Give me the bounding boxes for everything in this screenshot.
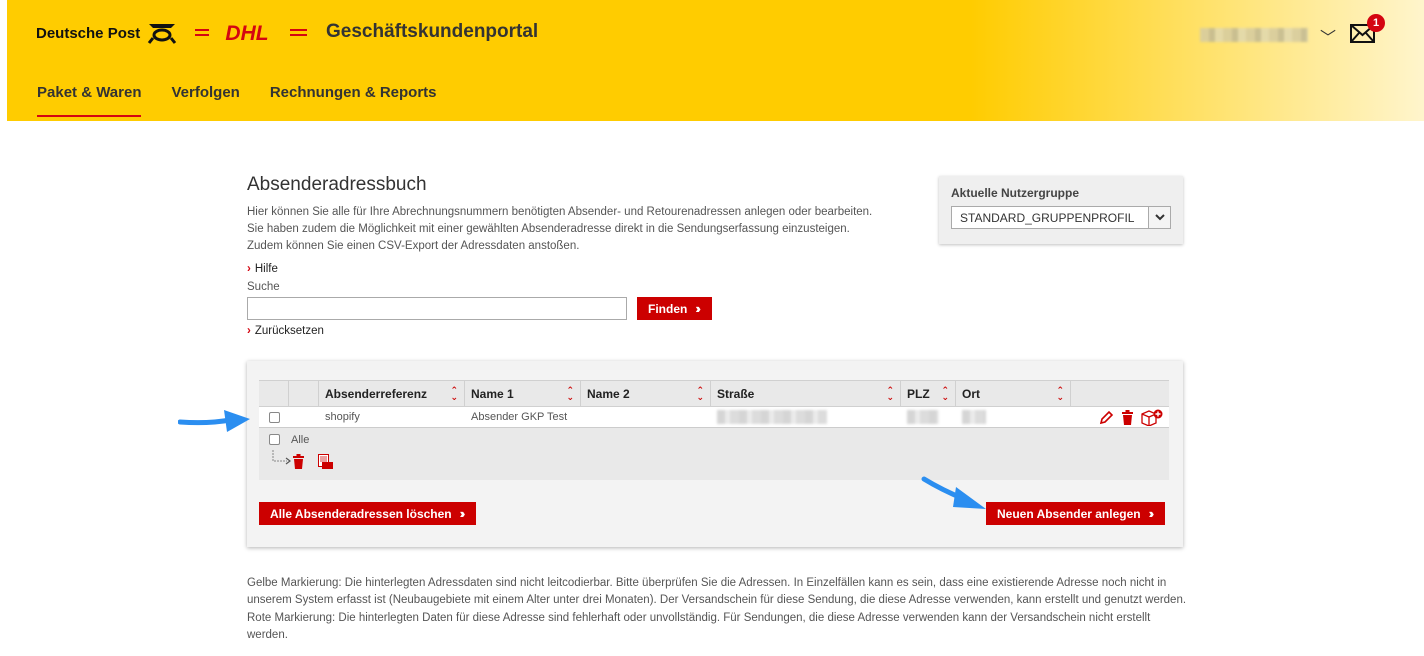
new-sender-button[interactable]: Neuen Absender anlegen ››	[986, 502, 1166, 525]
nav-verfolgen[interactable]: Verfolgen	[171, 84, 239, 117]
main-nav: Paket & Waren Verfolgen Rechnungen & Rep…	[37, 84, 437, 117]
select-all-label: Alle	[291, 434, 310, 446]
delete-all-button[interactable]: Alle Absenderadressen löschen ››	[259, 502, 477, 525]
cell-street-redacted	[711, 407, 901, 427]
cell-zip-redacted	[901, 407, 956, 427]
reset-link-label: Zurücksetzen	[254, 325, 324, 337]
table-row[interactable]: shopify Absender GKP Test	[259, 407, 1169, 428]
column-header-zip[interactable]: PLZ ⌃ ⌄	[901, 381, 956, 406]
find-button[interactable]: Finden ››	[637, 297, 712, 320]
column-label: PLZ	[907, 386, 930, 401]
annotation-arrow	[921, 476, 986, 509]
pencil-icon[interactable]	[1099, 410, 1114, 425]
help-link[interactable]: › Hilfe	[247, 263, 278, 275]
mail-count-badge: 1	[1367, 14, 1385, 32]
intro-line: Hier können Sie alle für Ihre Abrechnung…	[247, 206, 873, 218]
header-bar: Deutsche Post DHL Geschäftskundenportal …	[7, 0, 1424, 121]
address-table: Absenderreferenz ⌃ ⌄ Name 1 ⌃ ⌄ Name 2 ⌃ ⌄ …	[259, 380, 1169, 480]
column-header-name1[interactable]: Name 1 ⌃ ⌄	[465, 381, 581, 406]
double-chevron-right-icon: ››	[459, 506, 465, 521]
cell-name1: Absender GKP Test	[471, 411, 568, 423]
intro-text: Hier können Sie alle für Ihre Abrechnung…	[247, 204, 927, 255]
csv-export-icon[interactable]	[318, 454, 333, 469]
address-table-panel: Absenderreferenz ⌃ ⌄ Name 1 ⌃ ⌄ Name 2 ⌃ ⌄ …	[247, 361, 1183, 547]
user-group-value: STANDARD_GRUPPENPROFIL	[960, 211, 1135, 225]
intro-line: Zudem können Sie einen CSV-Export der Ad…	[247, 240, 580, 252]
sort-icon[interactable]: ⌃ ⌄	[696, 385, 704, 401]
chevron-right-icon: ›	[247, 325, 251, 337]
cell-city-redacted	[956, 407, 1071, 427]
column-header-street[interactable]: Straße ⌃ ⌄	[711, 381, 901, 406]
column-label: Straße	[717, 386, 755, 401]
post-horn-icon	[148, 24, 177, 44]
header-checkbox-col	[259, 381, 289, 406]
row-blank-cell	[289, 407, 319, 427]
chevron-down-icon[interactable]	[1148, 207, 1170, 228]
double-chevron-right-icon: ››	[695, 301, 700, 316]
user-group-panel: Aktuelle Nutzergruppe STANDARD_GRUPPENPR…	[939, 176, 1183, 244]
delete-all-label: Alle Absenderadressen löschen	[270, 506, 452, 521]
header-blank-col	[289, 381, 319, 406]
help-link-label: Hilfe	[254, 263, 278, 275]
sort-icon[interactable]: ⌃ ⌄	[1056, 385, 1064, 401]
column-header-city[interactable]: Ort ⌃ ⌄	[956, 381, 1071, 406]
package-add-icon[interactable]	[1141, 409, 1163, 426]
portal-title: Geschäftskundenportal	[326, 21, 539, 42]
cell-reference: shopify	[325, 411, 360, 423]
dhl-logo[interactable]: DHL	[195, 22, 307, 49]
deutsche-post-logo[interactable]: Deutsche Post	[36, 22, 177, 44]
delete-selected-icon[interactable]	[292, 454, 305, 469]
user-group-select[interactable]: STANDARD_GRUPPENPROFIL	[951, 206, 1171, 229]
row-actions-cell	[1071, 407, 1169, 427]
column-header-reference[interactable]: Absenderreferenz ⌃ ⌄	[319, 381, 465, 406]
marking-notes: Gelbe Markierung: Die hinterlegten Adres…	[247, 575, 1187, 645]
nav-paket-waren[interactable]: Paket & Waren	[37, 84, 142, 117]
intro-line: Sie haben zudem die Möglichkeit mit eine…	[247, 223, 850, 235]
row-checkbox-cell	[259, 407, 289, 427]
table-footer: Alle	[259, 428, 1169, 480]
yellow-marking-note: Gelbe Markierung: Die hinterlegten Adres…	[247, 577, 1187, 607]
row-checkbox[interactable]	[268, 411, 280, 423]
branch-arrow-icon	[272, 450, 291, 465]
header-actions-col	[1071, 381, 1169, 406]
red-marking-note: Rote Markierung: Die hinterlegten Daten …	[247, 611, 1151, 642]
new-sender-label: Neuen Absender anlegen	[997, 506, 1141, 521]
sort-icon[interactable]: ⌃ ⌄	[450, 385, 458, 401]
column-label: Ort	[962, 386, 980, 401]
double-chevron-right-icon: ››	[1148, 506, 1154, 521]
nav-rechnungen-reports[interactable]: Rechnungen & Reports	[270, 84, 437, 117]
table-header: Absenderreferenz ⌃ ⌄ Name 1 ⌃ ⌄ Name 2 ⌃ ⌄ …	[259, 380, 1169, 407]
sort-icon[interactable]: ⌃ ⌄	[941, 385, 949, 401]
sort-icon[interactable]: ⌃ ⌄	[886, 385, 894, 401]
row-actions	[1099, 409, 1163, 426]
brand-dhl: DHL	[225, 22, 268, 44]
select-all-checkbox[interactable]	[269, 434, 280, 445]
trash-icon[interactable]	[1121, 409, 1134, 425]
page-title: Absenderadressbuch	[247, 174, 427, 195]
search-label: Suche	[247, 281, 280, 293]
brand-deutsche-post: Deutsche Post	[36, 24, 141, 42]
chevron-right-icon: ›	[247, 263, 251, 275]
column-label: Absenderreferenz	[325, 386, 428, 401]
column-header-name2[interactable]: Name 2 ⌃ ⌄	[581, 381, 711, 406]
search-input[interactable]	[247, 297, 627, 320]
find-button-label: Finden	[648, 301, 688, 316]
annotation-arrow	[178, 410, 250, 432]
user-name-redacted[interactable]	[1200, 28, 1308, 42]
user-group-label: Aktuelle Nutzergruppe	[951, 186, 1080, 200]
sort-icon[interactable]: ⌃ ⌄	[566, 385, 574, 401]
cell-name2	[581, 407, 711, 427]
chevron-down-icon[interactable]: ﹀	[1320, 24, 1336, 48]
column-label: Name 1	[471, 386, 514, 401]
reset-link[interactable]: › Zurücksetzen	[247, 325, 324, 337]
column-label: Name 2	[587, 386, 630, 401]
